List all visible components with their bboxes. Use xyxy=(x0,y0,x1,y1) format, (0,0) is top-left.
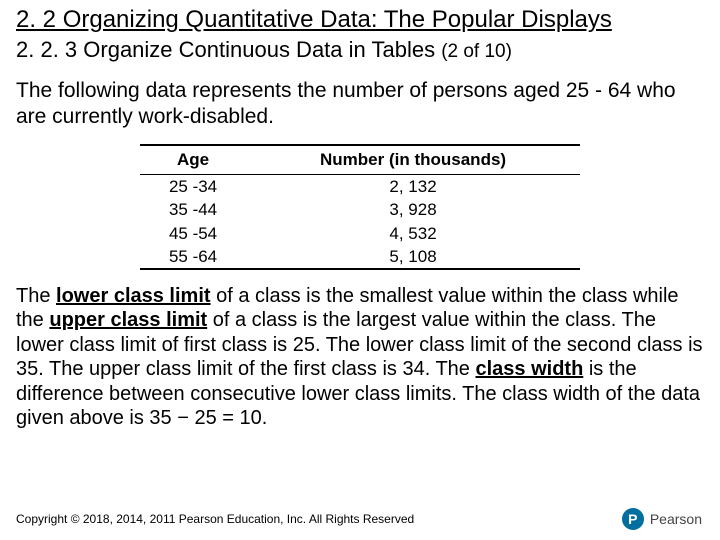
term-upper-class-limit: upper class limit xyxy=(49,309,207,331)
table-row: 35 -44 3, 928 xyxy=(140,198,580,221)
cell-age: 45 -54 xyxy=(140,222,246,245)
table-header-number: Number (in thousands) xyxy=(246,145,580,175)
subsection-suffix: (2 of 10) xyxy=(441,41,512,62)
table-header-age: Age xyxy=(140,145,246,175)
body-seg: The xyxy=(16,285,56,307)
slide: 2. 2 Organizing Quantitative Data: The P… xyxy=(0,0,720,540)
heading-block: 2. 2 Organizing Quantitative Data: The P… xyxy=(0,0,720,64)
term-class-width: class width xyxy=(475,358,583,380)
subsection-prefix: 2. 2. 3 Organize Continuous Data in Tabl… xyxy=(16,37,441,62)
publisher-logo: P Pearson xyxy=(622,508,702,530)
section-title: 2. 2 Organizing Quantitative Data: The P… xyxy=(16,6,704,35)
data-table-wrap: Age Number (in thousands) 25 -34 2, 132 … xyxy=(140,144,580,270)
cell-number: 2, 132 xyxy=(246,175,580,199)
pearson-label: Pearson xyxy=(650,511,702,527)
table-row: 25 -34 2, 132 xyxy=(140,175,580,199)
term-lower-class-limit: lower class limit xyxy=(56,285,211,307)
copyright-text: Copyright © 2018, 2014, 2011 Pearson Edu… xyxy=(16,512,414,526)
cell-age: 35 -44 xyxy=(140,198,246,221)
cell-number: 5, 108 xyxy=(246,245,580,269)
body-paragraph: The lower class limit of a class is the … xyxy=(16,284,704,430)
cell-age: 55 -64 xyxy=(140,245,246,269)
table-header-row: Age Number (in thousands) xyxy=(140,145,580,175)
table-row: 45 -54 4, 532 xyxy=(140,222,580,245)
table-row: 55 -64 5, 108 xyxy=(140,245,580,269)
cell-number: 4, 532 xyxy=(246,222,580,245)
intro-text: The following data represents the number… xyxy=(16,78,704,131)
cell-age: 25 -34 xyxy=(140,175,246,199)
subsection-title: 2. 2. 3 Organize Continuous Data in Tabl… xyxy=(16,37,704,64)
pearson-icon: P xyxy=(622,508,644,530)
cell-number: 3, 928 xyxy=(246,198,580,221)
data-table: Age Number (in thousands) 25 -34 2, 132 … xyxy=(140,144,580,270)
